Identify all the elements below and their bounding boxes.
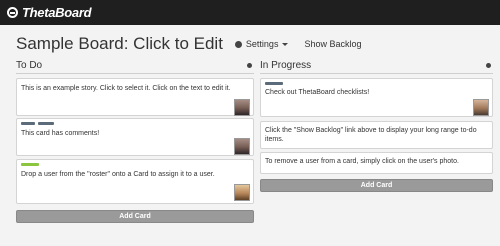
settings-dropdown[interactable]: Settings <box>234 39 289 49</box>
column-title: In Progress <box>260 60 312 71</box>
user-avatar[interactable] <box>234 99 250 116</box>
user-avatar[interactable] <box>234 184 250 201</box>
top-navbar: ThetaBoard <box>0 0 500 25</box>
column-settings-icon[interactable] <box>486 63 491 68</box>
card-text[interactable]: Check out ThetaBoard checklists! <box>265 88 465 97</box>
column-in-progress: In Progress <box>260 60 493 74</box>
card-text[interactable]: Click the "Show Backlog" link above to d… <box>265 126 490 144</box>
brand-logo[interactable]: ThetaBoard <box>7 5 92 20</box>
card[interactable]: This is an example story. Click to selec… <box>16 78 254 116</box>
gear-icon <box>234 40 242 48</box>
card-text[interactable]: This card has comments! <box>21 129 221 138</box>
settings-label: Settings <box>245 39 279 49</box>
column-header: In Progress <box>260 60 493 74</box>
card-text[interactable]: This is an example story. Click to selec… <box>21 84 241 93</box>
board-header: Sample Board: Click to Edit Settings Sho… <box>16 34 362 54</box>
card[interactable]: Click the "Show Backlog" link above to d… <box>260 121 493 149</box>
caret-down-icon <box>282 42 289 46</box>
card-tag <box>265 82 283 85</box>
card[interactable]: To remove a user from a card, simply cli… <box>260 152 493 174</box>
column-header: To Do <box>16 60 254 74</box>
user-avatar[interactable] <box>473 99 489 116</box>
app-name: ThetaBoard <box>22 5 92 20</box>
theta-logo-icon <box>7 7 18 18</box>
card[interactable]: Drop a user from the "roster" onto a Car… <box>16 159 254 204</box>
column-settings-icon[interactable] <box>247 63 252 68</box>
column-todo: To Do <box>16 60 254 74</box>
card-tag <box>21 122 35 125</box>
add-card-button[interactable]: Add Card <box>260 179 493 192</box>
card-tag <box>38 122 54 125</box>
add-card-button[interactable]: Add Card <box>16 210 254 223</box>
card-text[interactable]: To remove a user from a card, simply cli… <box>265 157 490 166</box>
card[interactable]: This card has comments! <box>16 118 254 156</box>
board-title[interactable]: Sample Board: Click to Edit <box>16 34 223 54</box>
show-backlog-link[interactable]: Show Backlog <box>304 39 361 49</box>
column-title: To Do <box>16 60 43 71</box>
card-tag <box>21 163 39 166</box>
card[interactable]: Check out ThetaBoard checklists! <box>260 78 493 117</box>
card-text[interactable]: Drop a user from the "roster" onto a Car… <box>21 170 241 179</box>
user-avatar[interactable] <box>234 138 250 155</box>
